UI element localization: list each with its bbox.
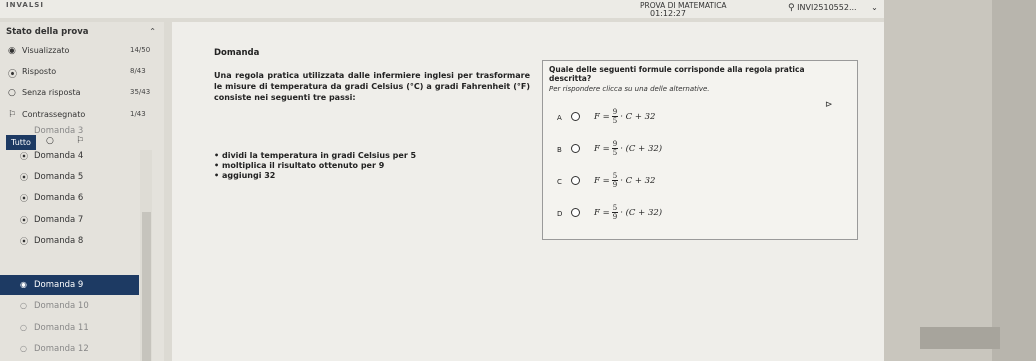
question-item-current[interactable]: ◉ Domanda 9 [0, 275, 139, 295]
invalsi-logo: INVALSI [6, 1, 44, 9]
unanswered-icon: ○ [20, 301, 27, 310]
answered-icon: ⦿ [20, 216, 28, 225]
question-item[interactable]: ○ Domanda 11 [0, 318, 139, 338]
option-letter: A [557, 114, 562, 122]
exam-timer: 01:12:27 [650, 9, 686, 18]
step-item: • moltiplica il risultato ottenuto per 9 [214, 161, 385, 170]
answered-icon: ⦿ [8, 70, 18, 80]
question-label: Domanda 8 [34, 236, 84, 246]
user-id: INVI2510552... [797, 3, 857, 12]
stat-count: 14/50 [130, 46, 151, 54]
background-block [920, 327, 1000, 349]
question-title: Domanda [214, 48, 260, 58]
question-text: Una regola pratica utilizzata dalle infe… [214, 71, 530, 102]
option-c[interactable]: C F = 5 9 · C + 32 [557, 169, 757, 195]
option-a[interactable]: A F = 9 5 · C + 32 [557, 105, 757, 131]
mouse-cursor-icon: ⊳ [825, 100, 833, 110]
flag-icon: ⚐ [8, 110, 17, 120]
unanswered-icon: ○ [20, 344, 27, 353]
question-label: Domanda 12 [34, 344, 89, 354]
answer-box: Quale delle seguenti formule corrisponde… [542, 60, 858, 240]
answered-icon: ⦿ [20, 152, 28, 161]
question-label: Domanda 11 [34, 323, 89, 333]
question-label: Domanda 5 [34, 172, 84, 182]
unanswered-icon: ○ [20, 323, 27, 332]
user-icon: ⚲ [788, 3, 795, 13]
step-text: dividi la temperatura in gradi Celsius p… [222, 151, 417, 160]
radio-button[interactable] [571, 208, 580, 217]
question-label: Domanda 6 [34, 193, 84, 203]
question-item[interactable]: ⦿ Domanda 8 [0, 231, 139, 251]
radio-button[interactable] [571, 176, 580, 185]
option-formula: F = 9 5 · (C + 32) [594, 140, 663, 157]
answer-instruction: Per rispondere clicca su una delle alter… [549, 85, 710, 93]
stat-count: 35/43 [130, 88, 151, 96]
question-label: Domanda 3 [34, 126, 84, 136]
status-panel-header[interactable]: Stato della prova ⌃ [6, 27, 160, 37]
viewed-icon: ◉ [20, 280, 27, 289]
step-text: moltiplica il risultato ottenuto per 9 [222, 161, 385, 170]
stat-count: 1/43 [130, 110, 146, 118]
question-item[interactable]: ○ Domanda 12 [0, 339, 139, 359]
option-letter: D [557, 210, 563, 218]
option-letter: B [557, 146, 562, 154]
option-formula: F = 5 9 · (C + 32) [594, 204, 663, 221]
radio-button[interactable] [571, 112, 580, 121]
question-panel: Domanda Una regola pratica utilizzata da… [172, 22, 884, 361]
option-letter: C [557, 178, 562, 186]
option-formula: F = 5 9 · C + 32 [594, 172, 656, 189]
stat-label: Senza risposta [22, 88, 81, 97]
question-item[interactable]: Domanda 3 [0, 125, 139, 139]
stat-label: Risposto [22, 67, 57, 76]
background-panel [884, 0, 1036, 361]
radio-button[interactable] [571, 144, 580, 153]
step-item: • aggiungi 32 [214, 171, 276, 180]
viewed-icon: ◉ [8, 46, 16, 56]
top-bar: INVALSI PROVA DI MATEMATICA 01:12:27 ⚲ I… [0, 0, 1036, 18]
option-b[interactable]: B F = 9 5 · (C + 32) [557, 137, 757, 163]
scrollbar-thumb[interactable] [142, 212, 151, 361]
option-d[interactable]: D F = 5 9 · (C + 32) [557, 201, 757, 227]
question-item[interactable]: ⦿ Domanda 6 [0, 188, 139, 208]
question-item[interactable]: ◉ [0, 252, 139, 272]
question-steps: • dividi la temperatura in gradi Celsius … [214, 151, 534, 181]
chevron-down-icon[interactable]: ⌄ [871, 3, 878, 12]
unanswered-icon: ○ [8, 88, 16, 98]
question-item[interactable]: ○ Domanda 10 [0, 296, 139, 316]
question-label: Domanda 10 [34, 301, 89, 311]
background-strip [992, 0, 1036, 361]
answer-prompt: Quale delle seguenti formule corrisponde… [549, 65, 805, 83]
answered-icon: ⦿ [20, 173, 28, 182]
question-item[interactable]: ⦿ Domanda 4 [0, 146, 139, 166]
answered-icon: ⦿ [20, 194, 28, 203]
step-text: aggiungi 32 [222, 171, 276, 180]
question-item[interactable]: ⦿ Domanda 7 [0, 210, 139, 230]
stat-label: Contrassegnato [22, 110, 86, 119]
stat-label: Visualizzato [22, 46, 70, 55]
question-label: Domanda 9 [34, 280, 84, 290]
status-panel-title: Stato della prova [6, 27, 89, 37]
chevron-up-icon[interactable]: ⌃ [149, 27, 156, 36]
stat-count: 8/43 [130, 67, 146, 75]
user-menu[interactable]: ⚲ INVI2510552... ⌄ [788, 3, 878, 13]
question-label: Domanda 7 [34, 215, 84, 225]
question-item[interactable]: ⦿ Domanda 5 [0, 167, 139, 187]
question-label: Domanda 4 [34, 151, 84, 161]
step-item: • dividi la temperatura in gradi Celsius … [214, 151, 417, 160]
option-formula: F = 9 5 · C + 32 [594, 108, 656, 125]
answered-icon: ⦿ [20, 237, 28, 246]
